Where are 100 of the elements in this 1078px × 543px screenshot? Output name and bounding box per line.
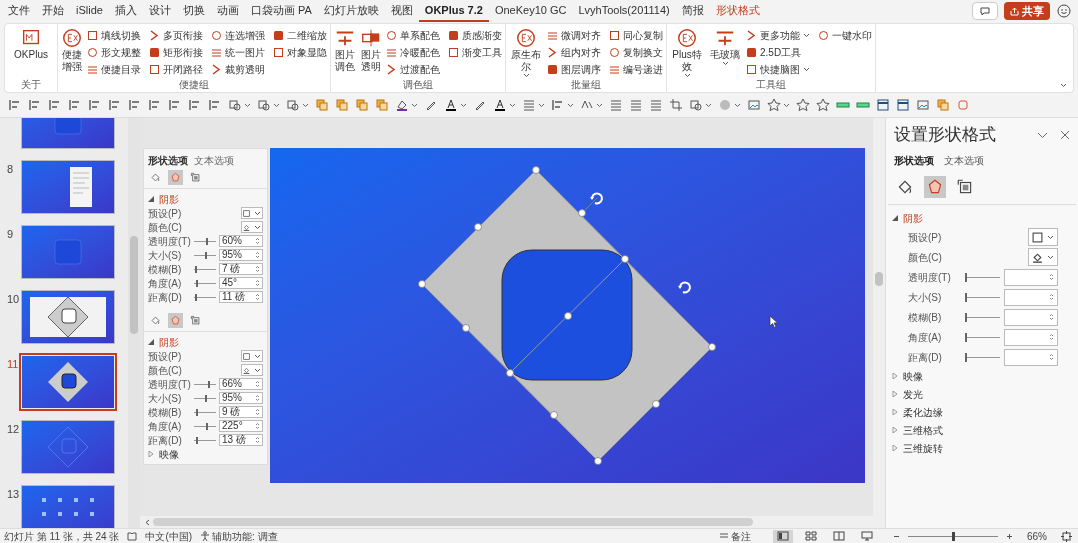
number-field[interactable]: 13 磅: [219, 434, 263, 446]
spinner-icon[interactable]: [255, 380, 260, 388]
align-icon[interactable]: [108, 98, 122, 112]
ribbon-button[interactable]: 毛玻璃: [708, 27, 742, 78]
align-icon[interactable]: [28, 98, 42, 112]
ribbon-button[interactable]: OKPlus: [8, 27, 54, 78]
ribbon-button[interactable]: 渐变工具: [448, 44, 502, 61]
panel-tab[interactable]: 形状选项: [148, 155, 188, 167]
caret-icon[interactable]: [705, 102, 712, 108]
align-icon[interactable]: [208, 98, 222, 112]
share-button[interactable]: 共享: [1004, 2, 1050, 20]
book-icon[interactable]: [127, 531, 138, 541]
spinner-icon[interactable]: [255, 293, 260, 301]
section-header[interactable]: 三维格式: [886, 421, 1078, 439]
section-header[interactable]: 发光: [886, 385, 1078, 403]
number-field[interactable]: [1004, 268, 1058, 286]
spinner-icon[interactable]: [255, 279, 260, 287]
number-field[interactable]: 7 磅: [219, 263, 263, 275]
ribbon-button[interactable]: 过渡配色: [386, 61, 440, 78]
caret-icon[interactable]: [783, 102, 790, 108]
number-field[interactable]: 9 磅: [219, 406, 263, 418]
slider[interactable]: [194, 265, 216, 273]
section-header[interactable]: 柔化边缘: [886, 403, 1078, 421]
ribbon-button[interactable]: 填线切换: [87, 27, 141, 43]
stacked-squares-icon[interactable]: [936, 98, 950, 112]
number-field[interactable]: 66%: [219, 378, 263, 390]
slider[interactable]: [194, 422, 216, 430]
shapes-icon[interactable]: [689, 98, 703, 112]
slider-thumb[interactable]: [205, 251, 208, 259]
ribbon-button[interactable]: 微调对齐: [547, 27, 601, 43]
caret-icon[interactable]: [509, 102, 516, 108]
star-icon[interactable]: [796, 98, 810, 112]
ribbon-button[interactable]: 编号递进: [609, 61, 663, 78]
menu-tab[interactable]: 口袋动画 PA: [244, 0, 318, 22]
slide-thumbnail[interactable]: [22, 486, 114, 528]
fill-color-icon[interactable]: [395, 98, 409, 112]
selection-handle[interactable]: [462, 324, 470, 332]
ribbon-button[interactable]: 连选增强: [211, 27, 265, 43]
caret-icon[interactable]: [567, 102, 574, 108]
number-field[interactable]: 225°: [219, 420, 263, 432]
align-icon[interactable]: [188, 98, 202, 112]
slider[interactable]: [966, 332, 1000, 342]
rotate-handle-icon[interactable]: [590, 192, 603, 205]
number-field[interactable]: 45°: [219, 277, 263, 289]
selection-handle[interactable]: [594, 457, 602, 465]
slider[interactable]: [194, 380, 216, 388]
shapes-icon[interactable]: [257, 98, 271, 112]
align-icon[interactable]: [128, 98, 142, 112]
ribbon-button[interactable]: 形文规整: [87, 44, 141, 61]
slide-thumbnail[interactable]: [22, 421, 114, 473]
section-header[interactable]: 阴影: [144, 192, 267, 206]
stacked-squares-icon[interactable]: [375, 98, 389, 112]
rounded-square-shape[interactable]: [501, 249, 633, 381]
menu-tab[interactable]: 设计: [142, 0, 177, 22]
pane-tab[interactable]: 形状选项: [894, 153, 934, 168]
ribbon-button[interactable]: Plus特效: [670, 27, 704, 78]
color-dropdown[interactable]: [1028, 248, 1058, 266]
menu-tab[interactable]: LvyhTools(201114): [572, 0, 676, 22]
selection-handle[interactable]: [564, 312, 572, 320]
caret-icon[interactable]: [411, 102, 418, 108]
slider[interactable]: [966, 272, 1000, 282]
slider-thumb[interactable]: [206, 422, 209, 430]
ribbon-button[interactable]: 更多功能: [746, 27, 810, 43]
slider-thumb[interactable]: [206, 237, 209, 245]
slider[interactable]: [194, 394, 216, 402]
zoom-slider[interactable]: [908, 531, 998, 541]
spinner-icon[interactable]: [255, 408, 260, 416]
selection-handle[interactable]: [652, 400, 660, 408]
color-dropdown[interactable]: [241, 221, 263, 233]
notes-button[interactable]: 备注: [719, 528, 751, 543]
spinner-icon[interactable]: [1049, 333, 1054, 341]
scrollbar[interactable]: [140, 516, 885, 528]
slide-thumbnail[interactable]: [22, 291, 114, 343]
caret-icon[interactable]: [244, 102, 251, 108]
selection-handle[interactable]: [474, 223, 482, 231]
spinner-icon[interactable]: [255, 251, 260, 259]
spinner-icon[interactable]: [255, 237, 260, 245]
scrollbar-thumb[interactable]: [153, 518, 753, 526]
caret-icon[interactable]: [538, 102, 545, 108]
scrollbar[interactable]: [873, 118, 885, 516]
close-icon[interactable]: [1060, 130, 1070, 140]
ribbon-button[interactable]: 二维缩放: [273, 27, 327, 43]
selection-handle[interactable]: [550, 411, 558, 419]
slide-thumbnail[interactable]: [22, 226, 114, 278]
window-icon[interactable]: [876, 98, 890, 112]
ribbon-button[interactable]: 统一图片: [211, 44, 265, 61]
section-header[interactable]: 阴影: [144, 335, 267, 349]
caret-icon[interactable]: [273, 102, 280, 108]
shapes-icon[interactable]: [228, 98, 242, 112]
star-icon[interactable]: [816, 98, 830, 112]
comment-button[interactable]: [972, 2, 998, 20]
preset-dropdown[interactable]: [1028, 228, 1058, 246]
accessibility-button[interactable]: 辅助功能: 调查: [200, 528, 278, 543]
ribbon-button[interactable]: 冷暖配色: [386, 44, 440, 61]
number-field[interactable]: 95%: [219, 249, 263, 261]
menu-tab[interactable]: 简报: [675, 0, 710, 22]
menu-tab[interactable]: 开始: [36, 0, 70, 22]
crop-icon[interactable]: [669, 98, 683, 112]
chevron-down-icon[interactable]: [1037, 131, 1048, 139]
ribbon-button[interactable]: 原生布尔: [509, 27, 543, 78]
